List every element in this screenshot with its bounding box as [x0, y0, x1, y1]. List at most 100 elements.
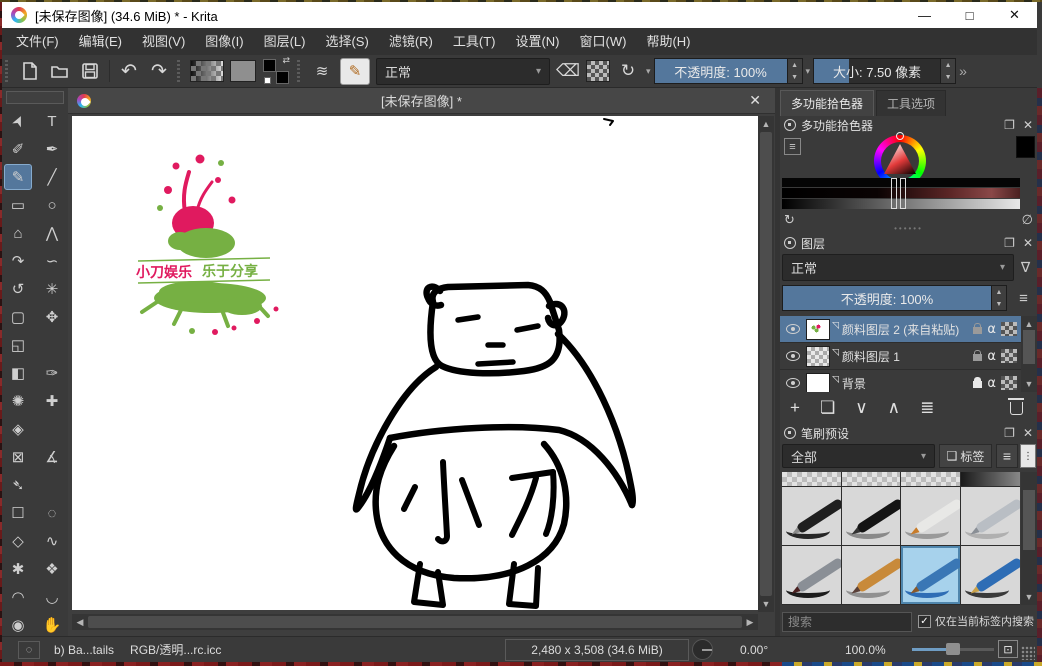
docker-lock-icon[interactable]	[784, 119, 796, 131]
toolbox-tool[interactable]: T	[38, 108, 66, 134]
toolbox-tool[interactable]: ✋	[38, 612, 66, 638]
layer-opacity-spinner[interactable]: ▲▼	[992, 285, 1007, 311]
toolbox-tool[interactable]: ↺	[4, 276, 32, 302]
toolbox-tool[interactable]: ✺	[4, 388, 32, 414]
layer-visibility-icon[interactable]	[786, 324, 800, 334]
brush-preset[interactable]	[842, 546, 901, 604]
menu-item[interactable]: 选择(S)	[315, 28, 378, 55]
current-color-swatch[interactable]	[1016, 136, 1035, 158]
alpha-channel-icon[interactable]	[1001, 322, 1017, 336]
toolbox-tool[interactable]: ⋀	[38, 220, 66, 246]
selection-mode-icon[interactable]: ◌	[18, 641, 40, 659]
close-docker-icon[interactable]: ✕	[1023, 426, 1033, 440]
brush-preset[interactable]	[961, 487, 1020, 545]
layer-lock-icon[interactable]	[973, 381, 982, 388]
layer-row[interactable]: ◹ 背景 α	[780, 370, 1037, 392]
layer-thumbnail[interactable]	[806, 319, 830, 340]
scroll-down-icon[interactable]: ▼	[1021, 589, 1037, 605]
brush-preset-partial[interactable]	[961, 472, 1020, 486]
brush-preset-partial[interactable]	[901, 472, 960, 486]
layer-name[interactable]: 背景	[842, 375, 974, 392]
toolbox-tool[interactable]: ✒	[38, 136, 66, 162]
menu-item[interactable]: 窗口(W)	[570, 28, 637, 55]
toolbox-tool[interactable]: ✑	[38, 360, 66, 386]
toolbox-tool[interactable]: ╱	[38, 164, 66, 190]
toolbox-tool[interactable]: ○	[38, 192, 66, 218]
hue-handle[interactable]	[896, 132, 904, 140]
toolbox-tool[interactable]: ✱	[4, 556, 32, 582]
docker-tab[interactable]: 工具选项	[876, 90, 946, 116]
background-color[interactable]	[276, 71, 289, 84]
menu-item[interactable]: 视图(V)	[132, 28, 195, 55]
toolbox-tool[interactable]: ◈	[4, 416, 32, 442]
open-document-button[interactable]	[47, 58, 73, 84]
brush-preset[interactable]	[782, 546, 841, 604]
brush-filter-dropdown[interactable]: 全部 ▾	[782, 444, 935, 468]
statusbar-color-profile[interactable]: RGB/透明...rc.icc	[130, 641, 221, 658]
add-layer-button[interactable]: +	[790, 398, 800, 418]
brush-preset[interactable]	[782, 487, 841, 545]
blending-mode-dropdown[interactable]: 正常 ▾	[376, 58, 550, 85]
toolbox-tool[interactable]: ∽	[38, 248, 66, 274]
menu-item[interactable]: 工具(T)	[443, 28, 506, 55]
brush-size-slider[interactable]: 大小: 7.50 像素	[813, 58, 941, 84]
document-close-icon[interactable]: ✕	[749, 92, 761, 109]
gradient-swatch[interactable]	[190, 60, 224, 82]
menu-item[interactable]: 滤镜(R)	[379, 28, 443, 55]
docker-lock-icon[interactable]	[784, 427, 796, 439]
layer-lock-icon[interactable]	[973, 354, 982, 361]
toolbox-tool[interactable]: ➴	[4, 472, 32, 498]
default-colors[interactable]	[264, 77, 271, 84]
menu-item[interactable]: 图像(I)	[195, 28, 253, 55]
eraser-mode-button[interactable]: ⌫	[555, 58, 581, 84]
scroll-left-icon[interactable]: ◀	[72, 614, 88, 630]
layer-thumbnail[interactable]	[806, 373, 830, 393]
menu-item[interactable]: 设置(N)	[505, 28, 569, 55]
statusbar-rotation-angle[interactable]: 0.00°	[740, 643, 768, 657]
zoom-slider[interactable]	[912, 648, 994, 651]
duplicate-layer-button[interactable]: ❏	[820, 398, 835, 418]
maximize-button[interactable]: □	[947, 2, 992, 28]
toolbox-tool[interactable]: ◉	[4, 612, 32, 638]
layer-visibility-icon[interactable]	[786, 378, 800, 388]
layer-thumbnail[interactable]	[806, 346, 830, 367]
foreground-color[interactable]	[263, 59, 276, 72]
float-docker-icon[interactable]: ❐	[1004, 118, 1015, 132]
alpha-lock-icon[interactable]: α	[987, 349, 996, 364]
vertical-scroll-thumb[interactable]	[760, 132, 772, 596]
brush-preset[interactable]	[961, 546, 1020, 604]
new-document-button[interactable]	[17, 58, 43, 84]
pattern-swatch[interactable]	[230, 60, 256, 82]
menu-item[interactable]: 文件(F)	[6, 28, 69, 55]
fit-to-view-button[interactable]: ⊡	[998, 640, 1018, 658]
opacity-spinner[interactable]: ▲▼	[788, 58, 803, 84]
move-layer-down-button[interactable]: ∨	[855, 398, 867, 418]
layer-visibility-icon[interactable]	[786, 351, 800, 361]
brush-preset-partial[interactable]	[842, 472, 901, 486]
layer-lock-icon[interactable]	[973, 327, 982, 334]
toolbox-tool[interactable]: ◇	[4, 528, 32, 554]
horizontal-scroll-thumb[interactable]	[88, 616, 742, 628]
chevron-down-icon[interactable]: ▾	[803, 66, 814, 77]
docker-resize-grip[interactable]: ••••••	[780, 226, 1037, 234]
layer-row[interactable]: ◹ 颜料图层 1 α	[780, 343, 1037, 370]
swap-colors-icon[interactable]: ⇄	[282, 55, 290, 66]
menu-item[interactable]: 图层(L)	[254, 28, 316, 55]
toolbox-tool[interactable]: ↷	[4, 248, 32, 274]
brush-size-spinner[interactable]: ▲▼	[941, 58, 956, 84]
layer-row[interactable]: ◹ 颜料图层 2 (来自粘贴) α	[780, 316, 1037, 343]
alpha-lock-icon[interactable]: α	[987, 322, 996, 337]
float-docker-icon[interactable]: ❐	[1004, 426, 1015, 440]
brush-editor-button[interactable]: ✎	[340, 58, 370, 85]
move-layer-up-button[interactable]: ∧	[888, 398, 900, 418]
toolbox-tool[interactable]: ◱	[4, 332, 32, 358]
save-button[interactable]	[77, 58, 103, 84]
brush-search-input[interactable]	[782, 612, 912, 632]
toolbox-tool[interactable]: ✳	[38, 276, 66, 302]
toolbar-overflow-icon[interactable]: »	[956, 63, 970, 79]
brush-preset[interactable]	[901, 546, 960, 604]
brush-detail-view-icon[interactable]: ⋮	[1020, 444, 1036, 468]
color-selector-settings-button[interactable]: ≡	[784, 138, 801, 155]
chevron-down-icon[interactable]: ▾	[643, 66, 654, 77]
docker-lock-icon[interactable]	[784, 237, 796, 249]
